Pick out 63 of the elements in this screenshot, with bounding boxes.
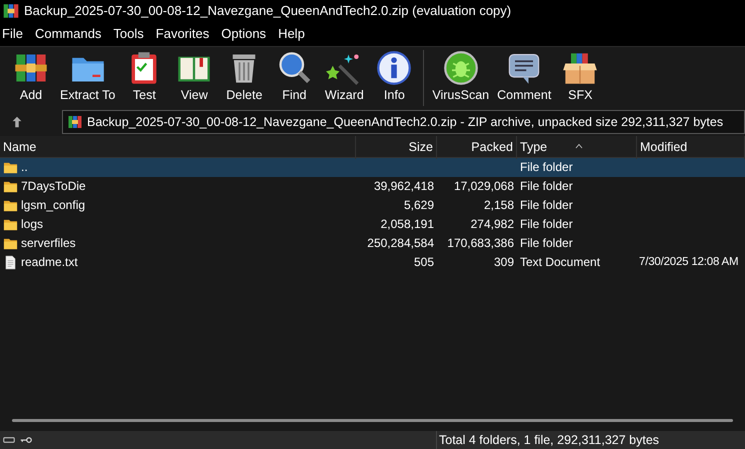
- file-size: 39,962,418: [374, 179, 434, 193]
- file-type: Text Document: [520, 255, 600, 269]
- toolbar-button[interactable]: Add: [6, 50, 56, 103]
- menu-item[interactable]: Favorites: [156, 22, 216, 46]
- menu-item[interactable]: Tools: [113, 22, 150, 46]
- scrollbar-thumb[interactable]: [12, 418, 733, 422]
- packed-size: 170,683,386: [447, 236, 514, 250]
- file-name: ..: [21, 159, 28, 176]
- toolbar-button[interactable]: Info: [369, 50, 420, 103]
- modified-date: 7/30/2025 12:08 AM: [639, 256, 738, 268]
- toolbar-button[interactable]: Delete: [219, 50, 270, 103]
- file-size: 2,058,191: [380, 217, 434, 231]
- packed-size: 2,158: [484, 198, 514, 212]
- file-size: 5,629: [404, 198, 434, 212]
- file-row[interactable]: readme.txt 505 309 Text Document 7/30/2025 12:08 AM: [0, 253, 745, 272]
- file-row[interactable]: .. File folder: [0, 158, 745, 177]
- menu-item[interactable]: File: [2, 22, 29, 46]
- folder-icon: [3, 179, 18, 194]
- file-name: serverfiles: [21, 235, 76, 252]
- menu-item[interactable]: Commands: [34, 22, 108, 46]
- toolbar-button[interactable]: VirusScan: [428, 50, 494, 103]
- app-logo-icon: [2, 2, 20, 20]
- file-name: readme.txt: [21, 254, 78, 271]
- toolbar-button[interactable]: Test: [119, 50, 170, 103]
- file-type: File folder: [520, 198, 573, 212]
- file-name: lgsm_config: [21, 197, 86, 214]
- file-row[interactable]: logs 2,058,191 274,982 File folder: [0, 215, 745, 234]
- file-row[interactable]: 7DaysToDie 39,962,418 17,029,068 File folder: [0, 177, 745, 196]
- text-file-icon: [3, 255, 18, 270]
- up-arrow-icon: [10, 115, 24, 129]
- file-row[interactable]: serverfiles 250,284,584 170,683,386 File folder: [0, 234, 745, 253]
- menu-item[interactable]: Help: [278, 22, 311, 46]
- file-row[interactable]: lgsm_config 5,629 2,158 File folder: [0, 196, 745, 215]
- file-type: File folder: [520, 236, 573, 250]
- toolbar-button[interactable]: SFX: [555, 50, 606, 103]
- sort-caret-icon: [574, 142, 584, 150]
- folder-icon: [3, 217, 18, 232]
- key-icon: [18, 434, 34, 446]
- packed-size: 17,029,068: [454, 179, 514, 193]
- file-type: File folder: [520, 217, 573, 231]
- folder-icon: [3, 160, 18, 175]
- file-size: 250,284,584: [367, 236, 434, 250]
- file-type: File folder: [520, 179, 573, 193]
- address-field[interactable]: Backup_2025-07-30_00-08-12_Navezgane_QueenAndTech2.0.zip - ZIP archive, unpacked size 292,311,327 bytes: [62, 110, 745, 134]
- toolbar-button[interactable]: View: [169, 50, 220, 103]
- file-size: 505: [414, 255, 434, 269]
- folder-icon: [3, 198, 18, 213]
- file-type: File folder: [520, 160, 573, 174]
- packed-size: 309: [494, 255, 514, 269]
- packed-size: 274,982: [470, 217, 514, 231]
- info-icon: [376, 50, 412, 86]
- status-text: Total 4 folders, 1 file, 292,311,327 bytes: [439, 432, 660, 449]
- toolbar-button[interactable]: Comment: [493, 50, 556, 103]
- file-name: logs: [21, 216, 44, 233]
- toolbar-button[interactable]: Extract To: [56, 50, 120, 103]
- toolbar-button[interactable]: Find: [269, 50, 320, 103]
- file-name: 7DaysToDie: [21, 178, 86, 195]
- folder-icon: [3, 236, 18, 251]
- archive-icon: [67, 114, 83, 130]
- toolbar-button[interactable]: Wizard: [319, 50, 370, 103]
- menu-item[interactable]: Options: [221, 22, 272, 46]
- window-title: Backup_2025-07-30_00-08-12_Navezgane_QueenAndTech2.0.zip (evaluation copy): [24, 2, 512, 20]
- bug-icon: [442, 50, 479, 86]
